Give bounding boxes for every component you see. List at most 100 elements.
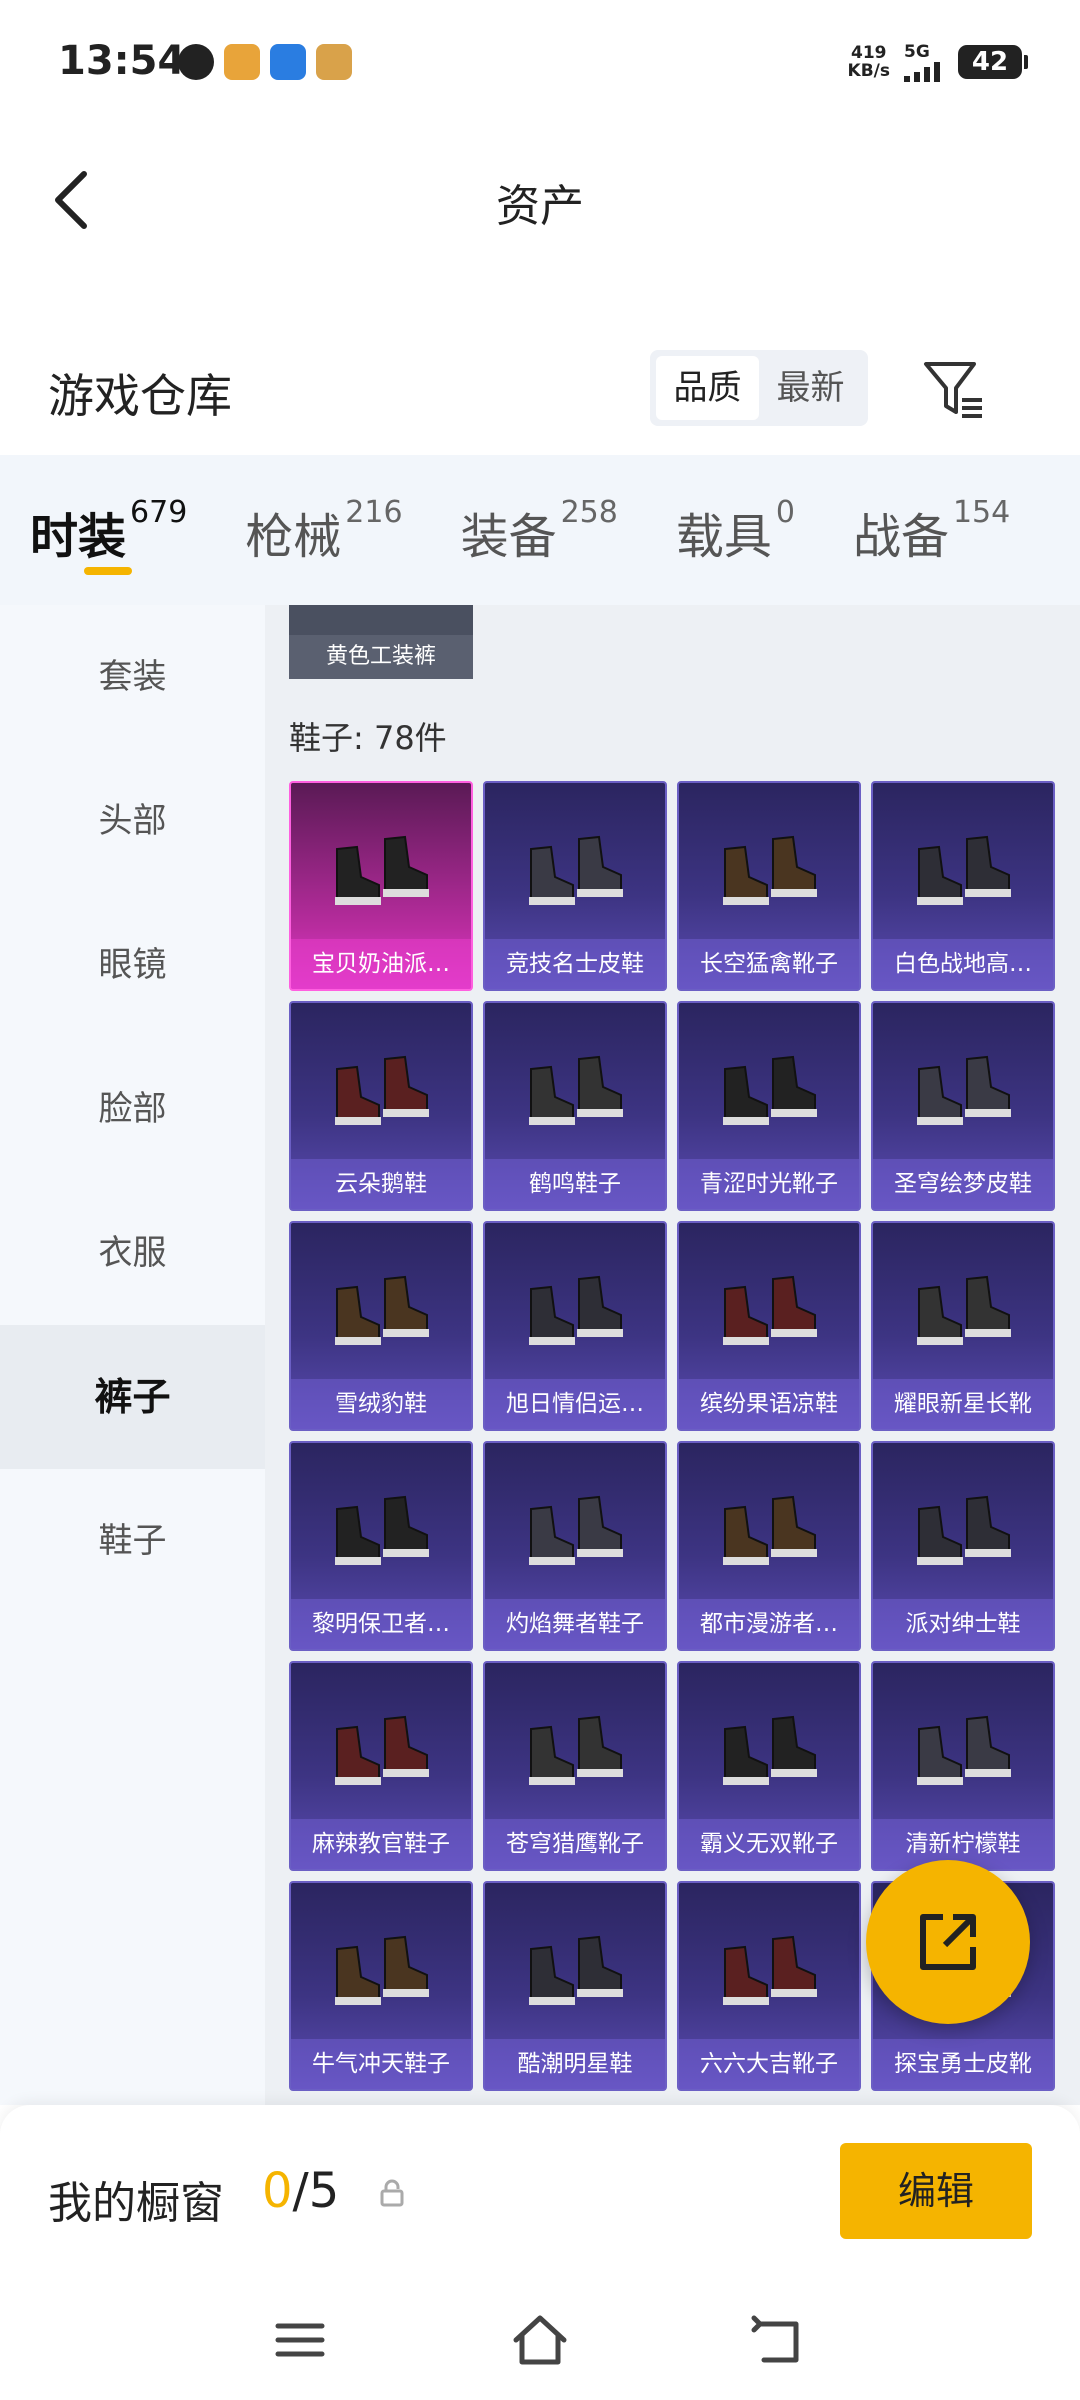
tab-label: 枪械 [245, 509, 342, 565]
item-card[interactable]: 耀眼新星长靴 [871, 1221, 1055, 1431]
item-card[interactable]: 缤纷果语凉鞋 [677, 1221, 861, 1431]
edit-button[interactable]: 编辑 [840, 2143, 1032, 2239]
shoe-icon [529, 1935, 623, 2005]
item-card[interactable]: 宝贝奶油派… [289, 781, 473, 991]
signal-bars-icon [904, 62, 940, 82]
item-card[interactable]: 苍穹猎鹰靴子 [483, 1661, 667, 1871]
home-icon [513, 2315, 567, 2365]
active-tab-indicator [84, 567, 132, 575]
signal-icon: 5G [904, 42, 944, 82]
system-nav-bar [0, 2280, 1080, 2400]
side-item-shoes[interactable]: 鞋子 [0, 1469, 265, 1613]
tab-label: 装备 [460, 509, 557, 565]
showcase-count: 0/5 [262, 2163, 339, 2219]
lock-icon [380, 2179, 404, 2207]
shoe-icon [335, 1275, 429, 1345]
side-item-pants[interactable]: 裤子 [0, 1325, 265, 1469]
status-time: 13:54 [58, 38, 186, 84]
item-card[interactable]: 雪绒豹鞋 [289, 1221, 473, 1431]
item-name: 雪绒豹鞋 [291, 1379, 471, 1429]
tab-vehicles[interactable]: 载具 0 [676, 455, 795, 605]
net-speed-unit: KB/s [847, 61, 890, 81]
filter-button[interactable] [918, 354, 988, 424]
category-tabs: 时装 679 枪械 216 装备 258 载具 0 战备 154 [0, 455, 1080, 605]
filter-icon [924, 362, 982, 418]
sort-quality-button[interactable]: 品质 [656, 356, 759, 420]
item-card[interactable]: 六六大吉靴子 [677, 1881, 861, 2091]
tab-guns[interactable]: 枪械 216 [245, 455, 402, 605]
shoe-icon [335, 1715, 429, 1785]
item-card[interactable]: 酷潮明星鞋 [483, 1881, 667, 2091]
item-card[interactable]: 圣穹绘梦皮鞋 [871, 1001, 1055, 1211]
shoe-icon [723, 1715, 817, 1785]
item-card[interactable]: 黄色工装裤 [289, 605, 473, 679]
side-item-face[interactable]: 脸部 [0, 1037, 265, 1181]
home-button[interactable] [510, 2310, 570, 2370]
item-card[interactable]: 云朵鹅鞋 [289, 1001, 473, 1211]
shoe-icon [529, 1495, 623, 1565]
item-card[interactable]: 旭日情侣运… [483, 1221, 667, 1431]
item-card[interactable]: 牛气冲天鞋子 [289, 1881, 473, 2091]
showcase-label: 我的橱窗 [48, 2178, 224, 2229]
tab-equipment[interactable]: 装备 258 [461, 455, 618, 605]
tab-count: 679 [130, 495, 188, 530]
showcase-current: 0 [262, 2163, 293, 2219]
item-card[interactable]: 麻辣教官鞋子 [289, 1661, 473, 1871]
menu-icon [275, 2323, 325, 2357]
tab-supplies[interactable]: 战备 154 [853, 455, 1010, 605]
item-name: 耀眼新星长靴 [873, 1379, 1053, 1429]
item-name: 竞技名士皮鞋 [485, 939, 665, 989]
network-type: 5G [904, 42, 930, 62]
item-card[interactable]: 鹤鸣鞋子 [483, 1001, 667, 1211]
shoe-icon [529, 1715, 623, 1785]
showcase-total: /5 [292, 2163, 340, 2219]
side-item-glasses[interactable]: 眼镜 [0, 893, 265, 1037]
shoe-icon [529, 1055, 623, 1125]
tab-count: 258 [560, 495, 618, 530]
notification-icons [178, 44, 352, 80]
sort-toggle: 品质 最新 [650, 350, 868, 426]
item-name: 青涩时光靴子 [679, 1159, 859, 1209]
item-card[interactable]: 黎明保卫者… [289, 1441, 473, 1651]
shoe-icon [723, 1495, 817, 1565]
group-title: 鞋子: 78件 [289, 719, 447, 757]
share-icon [920, 1914, 976, 1970]
item-name: 黄色工装裤 [289, 635, 473, 679]
tab-label: 载具 [675, 509, 772, 565]
item-card[interactable]: 派对绅士鞋 [871, 1441, 1055, 1651]
item-card[interactable]: 灼焰舞者鞋子 [483, 1441, 667, 1651]
item-name: 霸义无双靴子 [679, 1819, 859, 1869]
item-name: 缤纷果语凉鞋 [679, 1379, 859, 1429]
side-item-sets[interactable]: 套装 [0, 605, 265, 749]
item-name: 探宝勇士皮靴 [873, 2039, 1053, 2089]
item-name: 牛气冲天鞋子 [291, 2039, 471, 2089]
item-card[interactable]: 都市漫游者… [677, 1441, 861, 1651]
item-name: 派对绅士鞋 [873, 1599, 1053, 1649]
menu-button[interactable] [270, 2310, 330, 2370]
globe-icon [178, 44, 214, 80]
shoe-icon [335, 1055, 429, 1125]
showcase-bar: 我的橱窗 0/5 编辑 [0, 2105, 1080, 2280]
shoe-icon [723, 1055, 817, 1125]
header: 资产 [0, 130, 1080, 270]
item-card[interactable]: 竞技名士皮鞋 [483, 781, 667, 991]
side-item-clothes[interactable]: 衣服 [0, 1181, 265, 1325]
game-notification-icon [316, 44, 352, 80]
tab-fashion[interactable]: 时装 679 [30, 455, 187, 605]
tab-count: 154 [952, 495, 1011, 530]
item-name: 宝贝奶油派… [291, 939, 471, 989]
item-card[interactable]: 清新柠檬鞋 [871, 1661, 1055, 1871]
item-card[interactable]: 长空猛禽靴子 [677, 781, 861, 991]
item-card[interactable]: 青涩时光靴子 [677, 1001, 861, 1211]
shoe-icon [917, 1495, 1011, 1565]
back-nav-button[interactable] [750, 2310, 810, 2370]
item-card[interactable]: 霸义无双靴子 [677, 1661, 861, 1871]
item-name: 鹤鸣鞋子 [485, 1159, 665, 1209]
app-notification-icon [224, 44, 260, 80]
share-button[interactable] [866, 1860, 1030, 2024]
item-card[interactable]: 白色战地高… [871, 781, 1055, 991]
side-item-head[interactable]: 头部 [0, 749, 265, 893]
shoe-icon [723, 1275, 817, 1345]
sort-newest-button[interactable]: 最新 [759, 356, 862, 420]
tab-label: 战备 [852, 509, 949, 565]
